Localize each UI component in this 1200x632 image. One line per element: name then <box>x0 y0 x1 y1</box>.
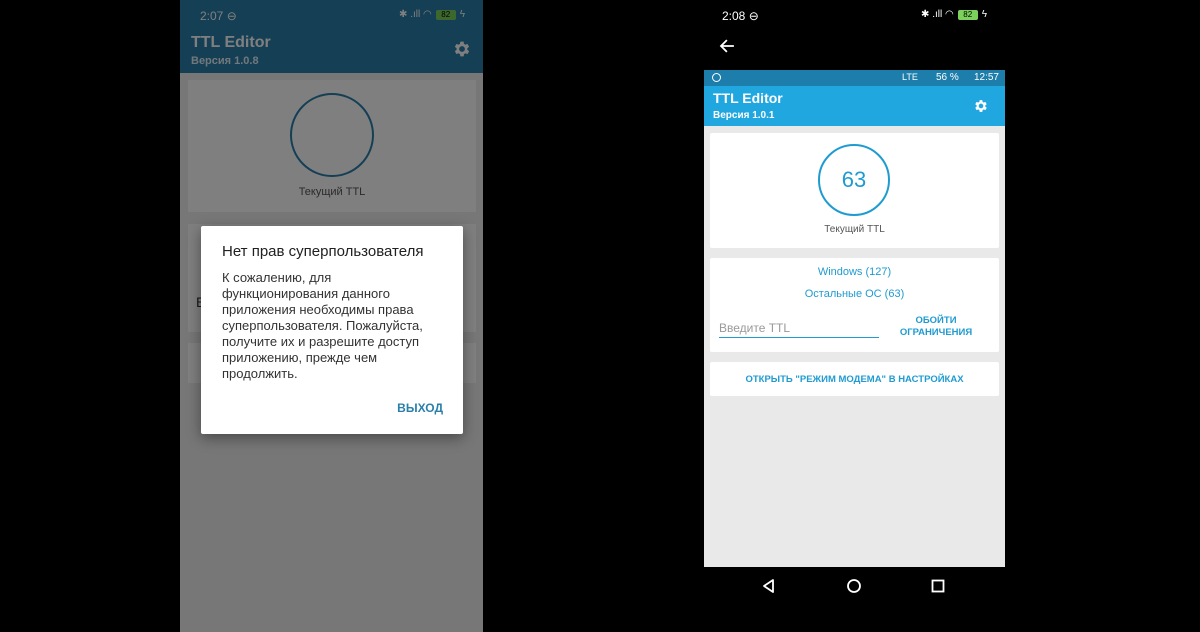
dialog-message: К сожалению, для функционирования данног… <box>222 270 423 381</box>
bypass-restrictions-button[interactable]: ОБОЙТИ ОГРАНИЧЕНИЯ <box>896 315 976 339</box>
notification-dot-icon <box>712 73 721 82</box>
dialog-title: Нет прав суперпользователя <box>222 243 424 260</box>
current-ttl-card: 63 Текущий TTL <box>710 133 999 248</box>
exit-button[interactable]: ВЫХОД <box>397 401 443 415</box>
ttl-circle: 63 <box>818 144 890 216</box>
nav-recents-icon[interactable] <box>928 576 948 596</box>
inner-status-time: 12:57 <box>973 72 999 83</box>
nav-back-icon[interactable] <box>759 576 779 596</box>
current-ttl-value: 63 <box>841 167 867 192</box>
open-modem-settings-button[interactable]: ОТКРЫТЬ "РЕЖИМ МОДЕМА" В НАСТРОЙКАХ <box>710 362 999 396</box>
right-phone-screen: 2:08 ⊖ ✱ .ıll ◠ 82 ϟ LTE 56 % 12:57 TTL … <box>704 0 1005 632</box>
status-signal-icons: ✱ .ıll ◠ <box>921 9 954 20</box>
settings-gear-icon[interactable] <box>973 98 989 114</box>
ttl-input[interactable] <box>719 318 879 338</box>
battery-percent: 56 % <box>936 72 959 83</box>
navigation-bar <box>704 567 1005 607</box>
app-title: TTL Editor <box>713 90 783 106</box>
no-root-dialog: Нет прав суперпользователя К сожалению, … <box>201 226 463 434</box>
inner-status-bar: LTE 56 % 12:57 <box>704 70 1005 86</box>
current-ttl-label: Текущий TTL <box>824 224 885 235</box>
battery-icon: 82 <box>957 9 978 20</box>
screenshot-canvas: 2:07 ⊖ ✱ .ıll ◠ 82 ϟ TTL Editor Версия 1… <box>0 0 1200 632</box>
embedded-screenshot: LTE 56 % 12:57 TTL Editor Версия 1.0.1 6… <box>704 70 1005 567</box>
open-modem-settings-label: ОТКРЫТЬ "РЕЖИМ МОДЕМА" В НАСТРОЙКАХ <box>745 373 964 385</box>
other-os-preset-link[interactable]: Остальные ОС (63) <box>710 288 999 300</box>
status-icons: ✱ .ıll ◠ 82 ϟ <box>921 9 987 20</box>
windows-preset-link[interactable]: Windows (127) <box>710 266 999 278</box>
app-toolbar: TTL Editor Версия 1.0.1 <box>704 86 1005 126</box>
charging-icon: ϟ <box>981 9 987 20</box>
nav-home-icon[interactable] <box>844 576 864 596</box>
back-arrow-icon[interactable] <box>718 37 736 55</box>
lte-signal-icon: LTE <box>902 72 918 82</box>
status-time: 2:08 ⊖ <box>722 9 759 23</box>
app-version: Версия 1.0.1 <box>713 110 775 121</box>
os-card: Windows (127) Остальные ОС (63) ОБОЙТИ О… <box>710 258 999 352</box>
